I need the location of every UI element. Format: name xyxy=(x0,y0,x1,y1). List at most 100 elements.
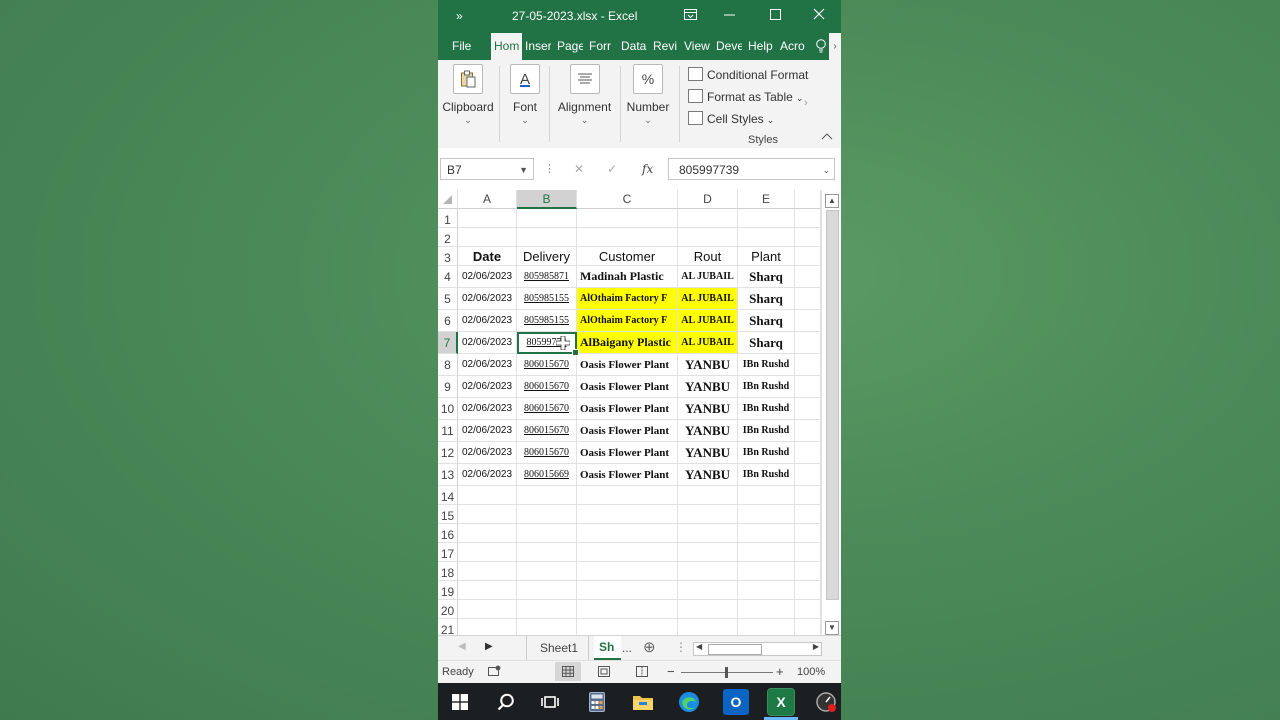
cell-b15[interactable] xyxy=(517,505,577,524)
tab-formulas[interactable]: Forr xyxy=(589,33,613,60)
cell-d4[interactable]: AL JUBAIL xyxy=(678,266,738,288)
cell-e3[interactable]: Plant xyxy=(738,247,795,266)
page-break-view-icon[interactable] xyxy=(636,666,648,680)
cell-d8[interactable]: YANBU xyxy=(678,354,738,376)
cell-a7[interactable]: 02/06/2023 xyxy=(458,332,517,354)
scroll-up-icon[interactable]: ▲ xyxy=(825,194,839,208)
row-header-8[interactable]: 8 xyxy=(438,354,458,376)
cell-d16[interactable] xyxy=(678,524,738,543)
column-header-c[interactable]: C xyxy=(577,190,678,209)
cell-e7[interactable]: Sharq xyxy=(738,332,795,354)
cell-b2[interactable] xyxy=(517,228,577,247)
cell-a21[interactable] xyxy=(458,619,517,635)
quick-access-overflow-icon[interactable]: » xyxy=(456,9,463,23)
cell-c11[interactable]: Oasis Flower Plant xyxy=(577,420,678,442)
cell-b6[interactable]: 805985155 xyxy=(517,310,577,332)
zoom-slider[interactable] xyxy=(681,667,773,678)
row-header-3[interactable]: 3 xyxy=(438,247,458,266)
cell-a2[interactable] xyxy=(458,228,517,247)
sheet-tab-sheet1[interactable]: Sheet1 xyxy=(540,641,578,655)
row-header-10[interactable]: 10 xyxy=(438,398,458,420)
number-group[interactable]: % Number ⌄ xyxy=(624,64,672,126)
cell-d20[interactable] xyxy=(678,600,738,619)
cancel-icon[interactable]: ✕ xyxy=(574,158,584,180)
next-sheet-icon[interactable]: ▶ xyxy=(485,641,493,652)
cell-a14[interactable] xyxy=(458,486,517,505)
cell[interactable] xyxy=(795,288,821,310)
column-header-a[interactable]: A xyxy=(458,190,517,209)
cell[interactable] xyxy=(795,464,821,486)
cell-e6[interactable]: Sharq xyxy=(738,310,795,332)
cell-b1[interactable] xyxy=(517,209,577,228)
row-header-19[interactable]: 19 xyxy=(438,581,458,600)
cell-a15[interactable] xyxy=(458,505,517,524)
prev-sheet-icon[interactable]: ◀ xyxy=(458,641,466,652)
cell-e10[interactable]: IBn Rushd xyxy=(738,398,795,420)
cell-b12[interactable]: 806015670 xyxy=(517,442,577,464)
cell-e1[interactable] xyxy=(738,209,795,228)
cell-a3[interactable]: Date xyxy=(458,247,517,266)
cell-c8[interactable]: Oasis Flower Plant xyxy=(577,354,678,376)
cell-d10[interactable]: YANBU xyxy=(678,398,738,420)
tell-me-lightbulb-icon[interactable] xyxy=(815,33,827,60)
row-header-1[interactable]: 1 xyxy=(438,209,458,228)
zoom-in-button[interactable]: + xyxy=(776,664,784,679)
cell-e4[interactable]: Sharq xyxy=(738,266,795,288)
cell-d6[interactable]: AL JUBAIL xyxy=(678,310,738,332)
cell-c17[interactable] xyxy=(577,543,678,562)
cell-b8[interactable]: 806015670 xyxy=(517,354,577,376)
cell-c5[interactable]: AlOthaim Factory F xyxy=(577,288,678,310)
cell-e19[interactable] xyxy=(738,581,795,600)
zoom-slider-thumb[interactable] xyxy=(725,667,728,678)
insert-function-icon[interactable]: fx xyxy=(642,158,653,180)
cell-a17[interactable] xyxy=(458,543,517,562)
close-icon[interactable] xyxy=(809,6,829,26)
cell[interactable] xyxy=(795,524,821,543)
minimize-icon[interactable] xyxy=(719,6,739,26)
cell-d5[interactable]: AL JUBAIL xyxy=(678,288,738,310)
scroll-right-icon[interactable]: ▶ xyxy=(813,642,819,651)
font-group[interactable]: A Font ⌄ xyxy=(503,64,547,126)
clipboard-group[interactable]: Clipboard ⌄ xyxy=(440,64,496,126)
cell-d1[interactable] xyxy=(678,209,738,228)
cell-e14[interactable] xyxy=(738,486,795,505)
cell-a1[interactable] xyxy=(458,209,517,228)
scroll-thumb[interactable] xyxy=(826,210,839,600)
row-header-5[interactable]: 5 xyxy=(438,288,458,310)
cell-c12[interactable]: Oasis Flower Plant xyxy=(577,442,678,464)
row-header-4[interactable]: 4 xyxy=(438,266,458,288)
cell-c1[interactable] xyxy=(577,209,678,228)
format-as-table-button[interactable]: Format as Table ⌄ xyxy=(688,89,803,104)
conditional-formatting-button[interactable]: Conditional Format xyxy=(688,67,808,82)
cell-a13[interactable]: 02/06/2023 xyxy=(458,464,517,486)
row-header-7[interactable]: 7 xyxy=(438,332,458,354)
cell[interactable] xyxy=(795,354,821,376)
ribbon-scroll-right-icon[interactable]: › xyxy=(804,97,808,109)
cell-e20[interactable] xyxy=(738,600,795,619)
edge-icon[interactable] xyxy=(676,689,702,715)
row-header-16[interactable]: 16 xyxy=(438,524,458,543)
cell-c21[interactable] xyxy=(577,619,678,635)
tab-view[interactable]: View xyxy=(684,33,710,60)
cell[interactable] xyxy=(795,619,821,635)
cell[interactable] xyxy=(795,562,821,581)
column-header-e[interactable]: E xyxy=(738,190,795,209)
cell[interactable] xyxy=(795,310,821,332)
cell[interactable] xyxy=(795,442,821,464)
cell[interactable] xyxy=(795,247,821,266)
cell-b4[interactable]: 805985871 xyxy=(517,266,577,288)
cell-d14[interactable] xyxy=(678,486,738,505)
collapse-ribbon-icon[interactable] xyxy=(821,131,833,143)
cell-c14[interactable] xyxy=(577,486,678,505)
cell[interactable] xyxy=(795,486,821,505)
cell-a16[interactable] xyxy=(458,524,517,543)
cell-c15[interactable] xyxy=(577,505,678,524)
alignment-group[interactable]: Alignment ⌄ xyxy=(553,64,616,126)
column-header-b[interactable]: B xyxy=(517,190,577,209)
cell-b10[interactable]: 806015670 xyxy=(517,398,577,420)
cell-d17[interactable] xyxy=(678,543,738,562)
cell-e18[interactable] xyxy=(738,562,795,581)
cell-a4[interactable]: 02/06/2023 xyxy=(458,266,517,288)
cell-d18[interactable] xyxy=(678,562,738,581)
cell-c4[interactable]: Madinah Plastic xyxy=(577,266,678,288)
